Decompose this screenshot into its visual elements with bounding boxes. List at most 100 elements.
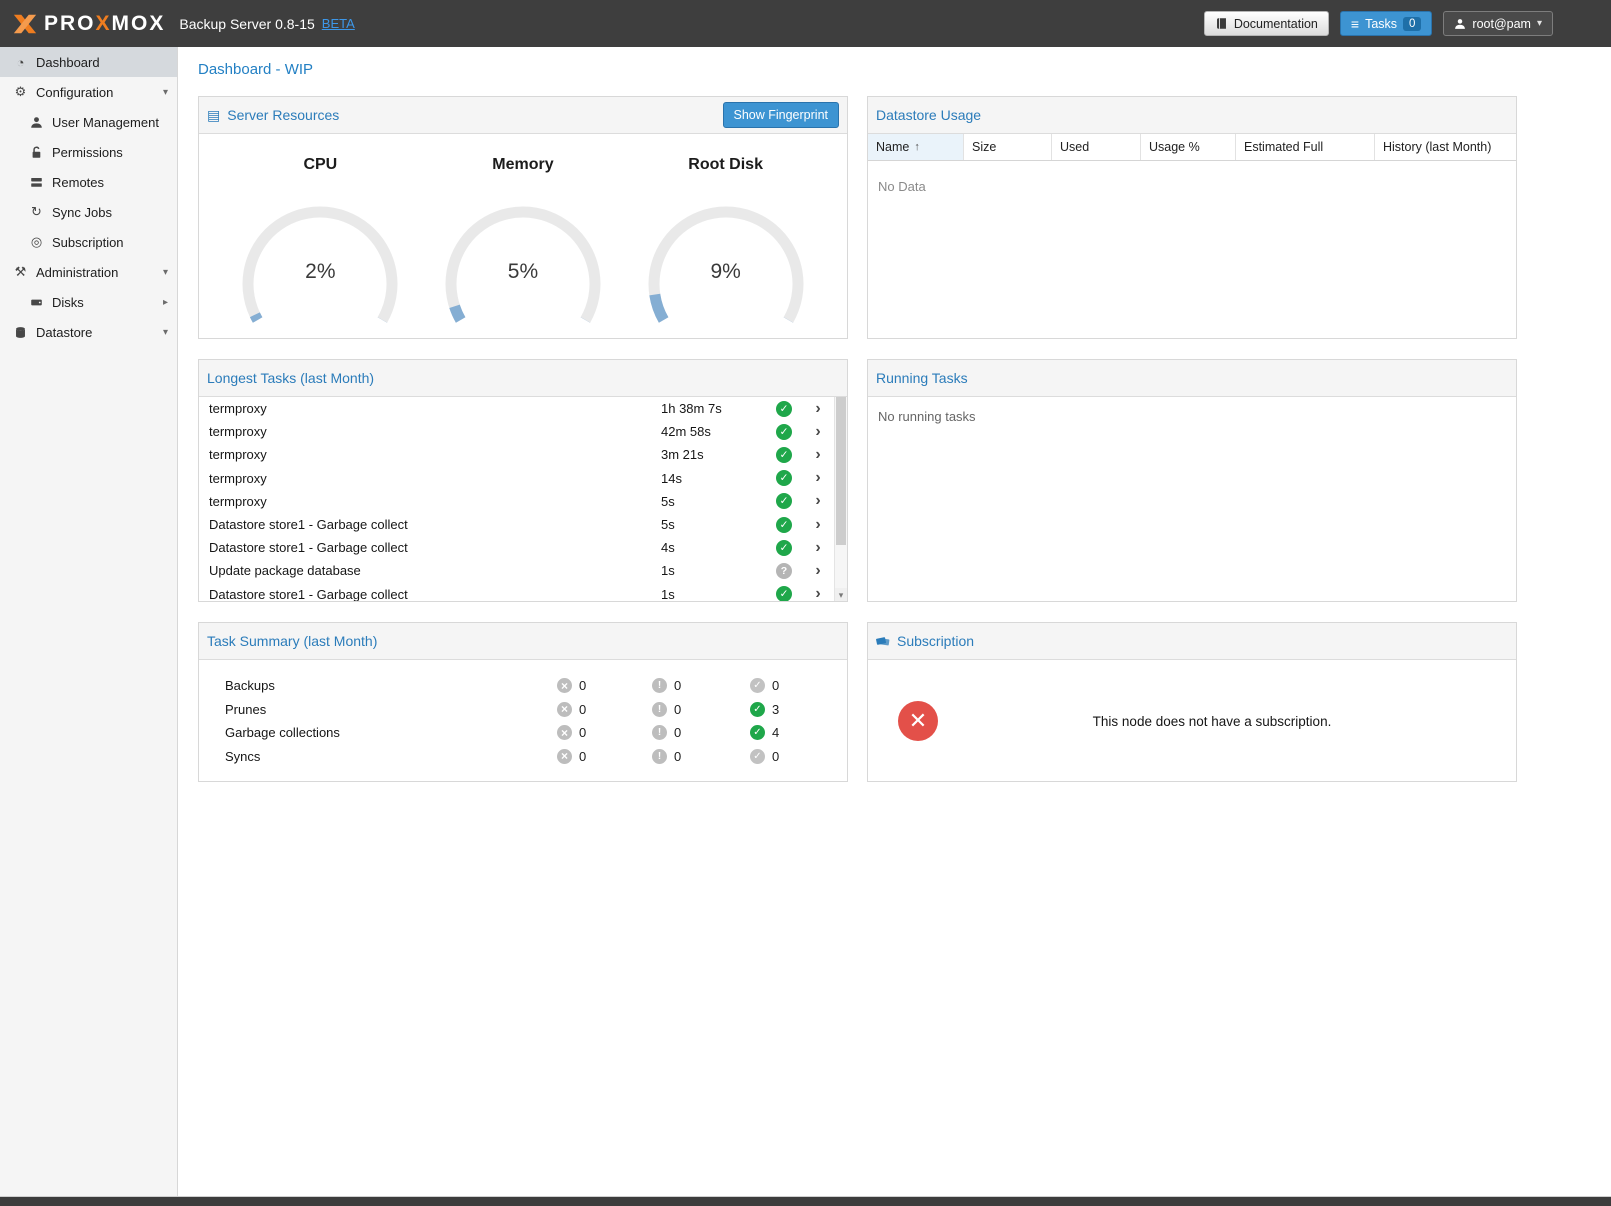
task-duration: 42m 58s xyxy=(661,424,766,439)
column-header-usage-pct[interactable]: Usage % xyxy=(1141,134,1236,160)
ok-status-icon xyxy=(750,725,765,740)
sidebar-item-dashboard[interactable]: ◔ Dashboard xyxy=(0,47,177,77)
sidebar-item-user-management[interactable]: User Management xyxy=(0,107,177,137)
sidebar-item-subscription[interactable]: ◎ Subscription xyxy=(0,227,177,257)
task-name: Datastore store1 - Garbage collect xyxy=(199,540,661,555)
task-name: termproxy xyxy=(199,494,661,509)
expander-down-icon[interactable]: ▾ xyxy=(163,267,168,278)
column-label: History (last Month) xyxy=(1383,140,1491,154)
gauge-label: CPU xyxy=(303,156,337,174)
scrollbar-thumb[interactable] xyxy=(836,397,846,545)
task-name: termproxy xyxy=(199,471,661,486)
ok-status-icon xyxy=(750,749,765,764)
sidebar-item-disks[interactable]: Disks ▸ xyxy=(0,287,177,317)
warning-count: 0 xyxy=(674,725,681,740)
tachometer-icon: ◔ xyxy=(12,55,29,70)
table-row[interactable]: termproxy 14s › xyxy=(199,467,834,490)
chevron-right-icon[interactable]: › xyxy=(802,401,834,417)
gauge-value: 2% xyxy=(230,260,410,284)
column-header-size[interactable]: Size xyxy=(964,134,1052,160)
table-row[interactable]: termproxy 3m 21s › xyxy=(199,443,834,466)
column-label: Name xyxy=(876,140,909,154)
show-fingerprint-button[interactable]: Show Fingerprint xyxy=(723,102,840,128)
sidebar-item-sync-jobs[interactable]: ↻ Sync Jobs xyxy=(0,197,177,227)
chevron-right-icon[interactable]: › xyxy=(802,540,834,556)
chevron-right-icon[interactable]: › xyxy=(802,470,834,486)
running-tasks-empty-text: No running tasks xyxy=(868,397,1516,436)
task-duration: 1h 38m 7s xyxy=(661,401,766,416)
gauge-cpu: CPU 2% xyxy=(230,156,410,328)
task-duration: 1s xyxy=(661,587,766,602)
task-name: termproxy xyxy=(199,401,661,416)
table-row[interactable]: Update package database 1s › xyxy=(199,559,834,582)
error-count: 0 xyxy=(579,725,586,740)
sidebar-item-administration[interactable]: ⚒ Administration ▾ xyxy=(0,257,177,287)
expander-down-icon[interactable]: ▾ xyxy=(163,327,168,338)
table-row[interactable]: Datastore store1 - Garbage collect 1s › xyxy=(199,583,834,603)
chevron-right-icon[interactable]: › xyxy=(802,517,834,533)
sidebar-item-label: Datastore xyxy=(36,325,92,340)
error-status-icon xyxy=(557,749,572,764)
table-row[interactable]: termproxy 5s › xyxy=(199,490,834,513)
hdd-icon xyxy=(28,296,45,309)
task-status-icon xyxy=(776,470,792,486)
task-status-icon xyxy=(776,447,792,463)
table-row[interactable]: Datastore store1 - Garbage collect 5s › xyxy=(199,513,834,536)
warning-count: 0 xyxy=(674,749,681,764)
sort-asc-icon: ↑ xyxy=(914,141,920,153)
beta-link[interactable]: BETA xyxy=(322,16,355,31)
warning-status-icon xyxy=(652,725,667,740)
chevron-right-icon[interactable]: › xyxy=(802,563,834,579)
panel-longest-tasks: Longest Tasks (last Month) termproxy 1h … xyxy=(198,359,848,602)
documentation-button[interactable]: Documentation xyxy=(1204,11,1329,36)
scrollbar[interactable]: ▾ xyxy=(834,397,847,602)
panel-server-resources: ▤ Server Resources Show Fingerprint CPU xyxy=(198,96,848,339)
tasks-button[interactable]: ≡ Tasks 0 xyxy=(1340,11,1433,36)
expander-right-icon[interactable]: ▸ xyxy=(163,297,168,308)
sidebar-item-label: Configuration xyxy=(36,85,113,100)
error-count: 0 xyxy=(579,678,586,693)
warning-count: 0 xyxy=(674,678,681,693)
warning-status-icon xyxy=(652,749,667,764)
no-subscription-icon: ✕ xyxy=(898,701,938,741)
scroll-down-button[interactable]: ▾ xyxy=(835,588,847,602)
product-version: Backup Server 0.8-15 xyxy=(179,16,314,32)
task-name: Datastore store1 - Garbage collect xyxy=(199,517,661,532)
table-row: Garbage collections 0 0 4 xyxy=(225,721,847,745)
ok-count: 4 xyxy=(772,725,779,740)
panel-title: Running Tasks xyxy=(876,370,968,386)
panel-title: Task Summary (last Month) xyxy=(207,633,377,649)
user-icon xyxy=(28,116,45,129)
sidebar-item-configuration[interactable]: ⚙ Configuration ▾ xyxy=(0,77,177,107)
user-menu-button[interactable]: root@pam ▾ xyxy=(1443,11,1553,36)
column-header-history[interactable]: History (last Month) xyxy=(1375,134,1516,160)
chevron-right-icon[interactable]: › xyxy=(802,424,834,440)
column-header-estimated-full[interactable]: Estimated Full xyxy=(1236,134,1375,160)
book-icon xyxy=(1215,17,1228,30)
sidebar-item-label: Remotes xyxy=(52,175,104,190)
summary-label: Prunes xyxy=(225,702,557,717)
table-row[interactable]: termproxy 1h 38m 7s › xyxy=(199,397,834,420)
table-row[interactable]: Datastore store1 - Garbage collect 4s › xyxy=(199,536,834,559)
user-icon xyxy=(1454,18,1466,30)
sidebar-item-remotes[interactable]: Remotes xyxy=(0,167,177,197)
chevron-right-icon[interactable]: › xyxy=(802,447,834,463)
ok-status-icon xyxy=(750,702,765,717)
expander-down-icon[interactable]: ▾ xyxy=(163,87,168,98)
chevron-right-icon[interactable]: › xyxy=(802,493,834,509)
column-header-used[interactable]: Used xyxy=(1052,134,1141,160)
sidebar-item-permissions[interactable]: Permissions xyxy=(0,137,177,167)
subscription-message: This node does not have a subscription. xyxy=(938,714,1486,729)
task-duration: 4s xyxy=(661,540,766,555)
panel-running-tasks: Running Tasks No running tasks xyxy=(867,359,1517,602)
table-row[interactable]: termproxy 42m 58s › xyxy=(199,420,834,443)
sidebar-item-datastore[interactable]: Datastore ▾ xyxy=(0,317,177,347)
task-status-icon xyxy=(776,424,792,440)
column-header-name[interactable]: Name ↑ xyxy=(868,134,964,160)
chevron-right-icon[interactable]: › xyxy=(802,586,834,602)
gauge-label: Root Disk xyxy=(688,156,763,174)
gauge-value: 5% xyxy=(433,260,613,284)
gauge-label: Memory xyxy=(492,156,553,174)
table-row: Syncs 0 0 0 xyxy=(225,745,847,769)
error-status-icon xyxy=(557,678,572,693)
